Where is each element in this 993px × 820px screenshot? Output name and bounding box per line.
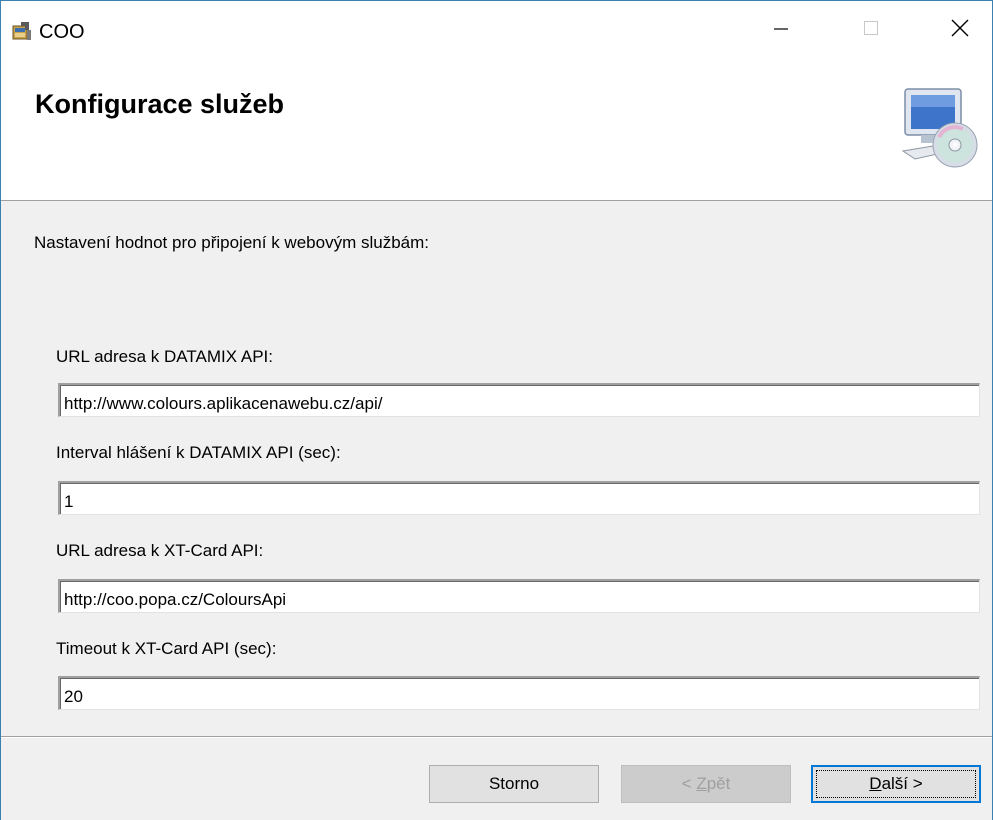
title-bar: COO (1, 1, 992, 59)
focus-ring (816, 770, 976, 798)
minimize-button[interactable] (751, 1, 811, 59)
xtcard-timeout-input[interactable] (58, 676, 980, 710)
window-title: COO (39, 21, 85, 43)
installer-icon (11, 20, 33, 42)
datamix-interval-input[interactable] (58, 481, 980, 515)
page-title: Konfigurace služeb (35, 89, 285, 119)
close-icon (950, 18, 970, 43)
minimize-icon (772, 19, 790, 42)
xtcard-url-input[interactable] (58, 579, 980, 613)
header-banner: Konfigurace služeb (1, 59, 992, 201)
intro-text: Nastavení hodnot pro připojení k webovým… (34, 233, 429, 252)
installer-window: COO Konfigurace služeb Nastavení hodnot … (0, 0, 993, 820)
xtcard-timeout-label: Timeout k XT-Card API (sec): (56, 639, 277, 658)
computer-cd-icon (899, 85, 979, 175)
datamix-url-input[interactable] (58, 383, 980, 417)
back-button-rest: pět (706, 774, 731, 793)
maximize-icon (862, 19, 880, 42)
close-button[interactable] (930, 1, 990, 59)
back-button: < Zpět (621, 765, 791, 803)
datamix-interval-label: Interval hlášení k DATAMIX API (sec): (56, 443, 341, 462)
maximize-button (841, 1, 901, 59)
back-button-prefix: < (681, 774, 697, 793)
dialog-body: Nastavení hodnot pro připojení k webovým… (1, 201, 992, 736)
datamix-url-label: URL adresa k DATAMIX API: (56, 347, 273, 366)
cancel-button[interactable]: Storno (429, 765, 599, 803)
next-button[interactable]: Další > (811, 765, 981, 803)
xtcard-url-label: URL adresa k XT-Card API: (56, 541, 264, 560)
button-bar: Storno < Zpět Další > (1, 736, 992, 820)
back-button-accel: Z (696, 774, 707, 793)
